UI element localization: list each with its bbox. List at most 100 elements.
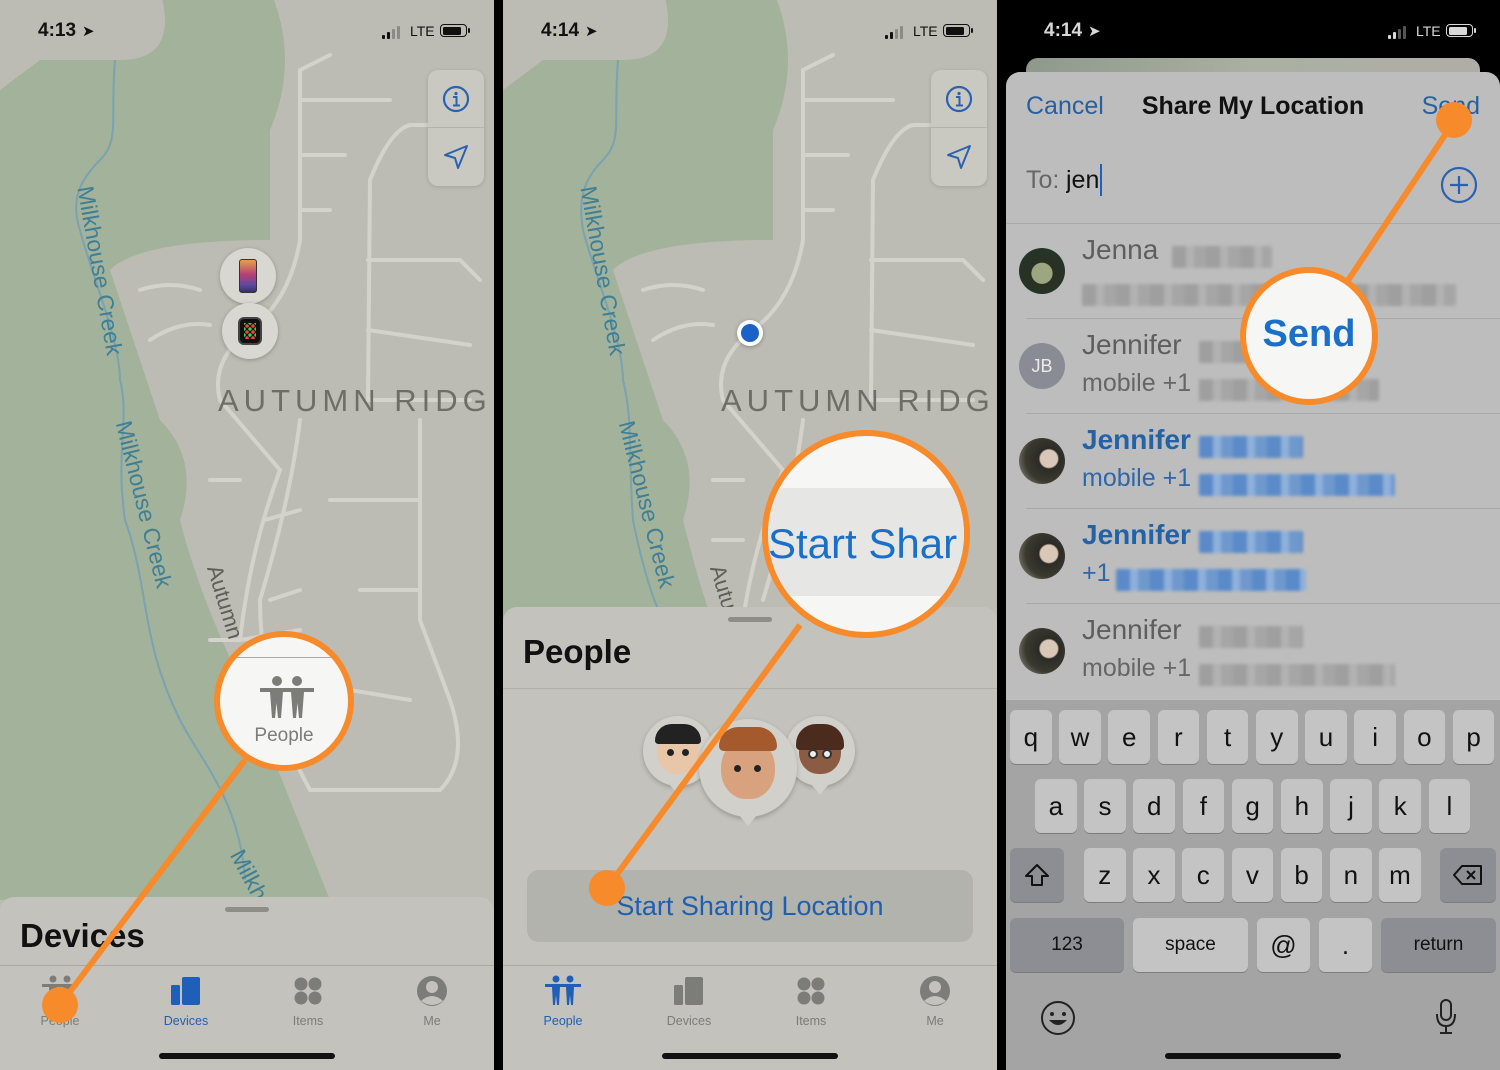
redacted-text	[1199, 664, 1395, 686]
key-q[interactable]: q	[1010, 710, 1052, 764]
tab-bar: People Devices Items Me	[0, 965, 494, 1070]
network-type: LTE	[1416, 23, 1441, 39]
key-t[interactable]: t	[1206, 710, 1249, 764]
signal-icon	[382, 26, 400, 39]
key-z[interactable]: z	[1084, 848, 1126, 902]
to-label: To:	[1026, 166, 1060, 194]
items-icon	[294, 977, 322, 1005]
key-d[interactable]: d	[1133, 779, 1175, 833]
return-key[interactable]: return	[1381, 918, 1496, 972]
key-l[interactable]: l	[1428, 779, 1471, 833]
key-e[interactable]: e	[1108, 710, 1150, 764]
emoji-button[interactable]	[1040, 1000, 1076, 1036]
contact-phone: mobile +1	[1082, 369, 1192, 397]
home-indicator	[1165, 1053, 1341, 1059]
key-r[interactable]: r	[1157, 710, 1200, 764]
cancel-button[interactable]: Cancel	[1026, 92, 1104, 121]
key-m[interactable]: m	[1379, 848, 1421, 902]
tab-items[interactable]: Items	[771, 974, 851, 1028]
numbers-key[interactable]: 123	[1010, 918, 1124, 972]
at-key[interactable]: @	[1257, 918, 1310, 972]
redacted-text	[1199, 474, 1395, 496]
tab-people[interactable]: People	[523, 974, 603, 1028]
key-x[interactable]: x	[1133, 848, 1175, 902]
contact-name: Jenna	[1082, 234, 1159, 265]
key-y[interactable]: y	[1256, 710, 1298, 764]
key-i[interactable]: i	[1354, 710, 1396, 764]
key-w[interactable]: w	[1059, 710, 1101, 764]
key-j[interactable]: j	[1330, 779, 1372, 833]
tab-label: Items	[292, 1014, 324, 1028]
contact-avatar	[1019, 438, 1065, 484]
tab-me[interactable]: Me	[895, 974, 975, 1028]
space-key[interactable]: space	[1133, 918, 1248, 972]
period-key[interactable]: .	[1319, 918, 1372, 972]
items-icon	[797, 977, 825, 1005]
sheet-title: People	[523, 633, 632, 670]
panel-share-location: 4:14 ➤ LTE Share My Location Cancel Send…	[1006, 0, 1500, 1070]
tab-label: Me	[423, 1014, 441, 1028]
bottom-sheet[interactable]: Devices People Devices Items Me	[0, 897, 494, 1070]
key-b[interactable]: b	[1280, 848, 1323, 902]
device-pin-iphone[interactable]	[220, 248, 276, 304]
magnifier-label: People	[254, 725, 314, 746]
shift-icon	[1025, 864, 1049, 886]
status-bar: 4:14 ➤ LTE	[503, 0, 997, 60]
redacted-text	[1199, 436, 1303, 458]
key-h[interactable]: h	[1281, 779, 1323, 833]
current-location-button[interactable]	[931, 128, 987, 186]
key-n[interactable]: n	[1330, 848, 1372, 902]
tap-indicator	[42, 987, 78, 1023]
key-s[interactable]: s	[1084, 779, 1126, 833]
tab-me[interactable]: Me	[392, 974, 472, 1028]
sheet-grabber[interactable]	[728, 617, 772, 622]
tab-devices[interactable]: Devices	[146, 974, 226, 1028]
magnifier-send: Send	[1240, 267, 1378, 405]
people-icon	[545, 975, 581, 1005]
home-indicator	[159, 1053, 335, 1059]
redacted-text	[1172, 246, 1272, 268]
bottom-sheet[interactable]: People Start Sharing Location People Dev…	[503, 607, 997, 1070]
contact-avatar	[1019, 628, 1065, 674]
key-f[interactable]: f	[1182, 779, 1225, 833]
map-info-button[interactable]	[931, 70, 987, 128]
contact-phone: +1	[1082, 559, 1111, 587]
tab-devices[interactable]: Devices	[649, 974, 729, 1028]
panel-devices: Milkhouse Creek Milkhouse Creek Milkh Au…	[0, 0, 494, 1070]
key-o[interactable]: o	[1403, 710, 1446, 764]
current-location-button[interactable]	[428, 128, 484, 186]
shift-key[interactable]	[1010, 848, 1064, 902]
status-time: 4:14	[541, 20, 580, 41]
key-a[interactable]: a	[1035, 779, 1077, 833]
tab-label: Items	[795, 1014, 827, 1028]
key-v[interactable]: v	[1231, 848, 1274, 902]
contact-row[interactable]: Jennifer mobile +1	[1006, 414, 1500, 509]
signal-icon	[885, 26, 903, 39]
microphone-button[interactable]	[1434, 998, 1458, 1038]
key-c[interactable]: c	[1182, 848, 1224, 902]
magnifier-label: Start Shar	[768, 520, 958, 567]
status-bar: 4:13 ➤ LTE	[0, 0, 494, 60]
network-type: LTE	[913, 23, 938, 39]
contact-row[interactable]: Jennifer mobile +1	[1006, 604, 1500, 699]
delete-key[interactable]	[1440, 848, 1496, 902]
recipient-input[interactable]	[1066, 166, 1366, 195]
map-info-button[interactable]	[428, 70, 484, 128]
area-label: AUTUMN RIDG	[721, 383, 995, 418]
contact-row[interactable]: Jennifer +1	[1006, 509, 1500, 604]
key-u[interactable]: u	[1305, 710, 1347, 764]
key-k[interactable]: k	[1379, 779, 1421, 833]
signal-icon	[1388, 26, 1406, 39]
info-icon	[945, 85, 973, 112]
key-p[interactable]: p	[1452, 710, 1495, 764]
sheet-grabber[interactable]	[225, 907, 269, 912]
network-type: LTE	[410, 23, 435, 39]
tab-items[interactable]: Items	[268, 974, 348, 1028]
magnifier-label: Send	[1262, 313, 1356, 355]
sheet-title: Devices	[20, 917, 145, 954]
add-contact-button[interactable]	[1440, 166, 1478, 204]
tab-label: People	[543, 1014, 583, 1028]
key-g[interactable]: g	[1231, 779, 1274, 833]
device-pin-watch[interactable]	[222, 303, 278, 359]
status-bar: 4:14 ➤ LTE	[1006, 0, 1500, 60]
